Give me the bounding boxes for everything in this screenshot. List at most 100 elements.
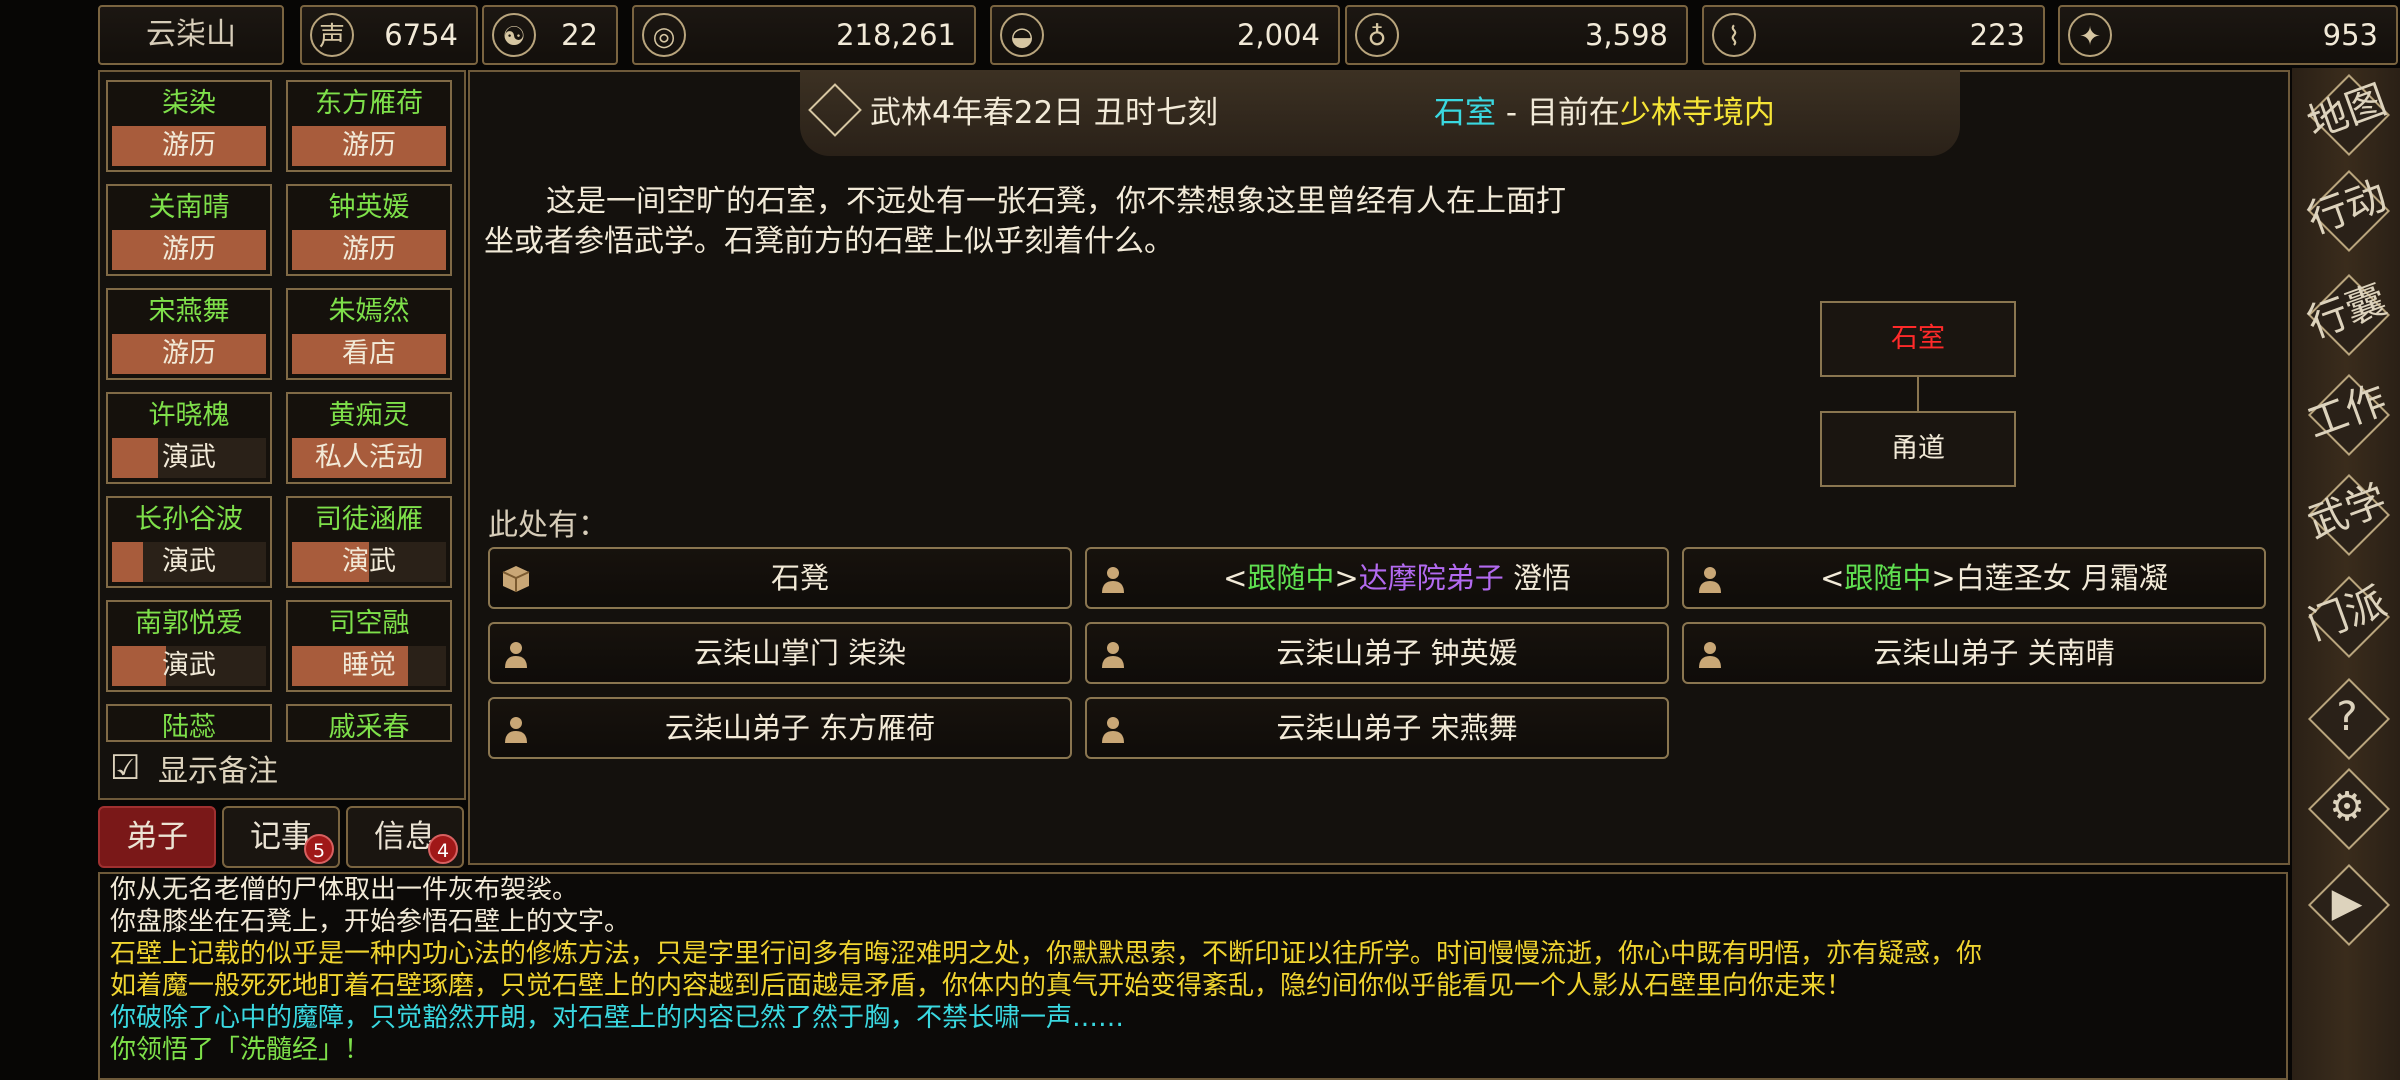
disciple-card[interactable]: 南郭悦爱 演武: [106, 600, 272, 692]
resource-yin-yang[interactable]: ☯ 22: [482, 5, 618, 65]
disciple-name: 司徒涵雁: [315, 504, 423, 535]
map-room-connected[interactable]: 甬道: [1820, 411, 2016, 487]
entry-label-part: <: [1820, 561, 1845, 595]
menu-play-button[interactable]: ▶: [2302, 862, 2392, 948]
entry-label-part: 达摩院弟子: [1358, 561, 1504, 595]
disciple-card[interactable]: 许晓槐 演武: [106, 392, 272, 484]
sect-icon: 门派: [2301, 578, 2393, 650]
npc-entry[interactable]: <跟随中>达摩院弟子 澄悟: [1085, 547, 1669, 609]
resource-food-bowl[interactable]: ◒ 2,004: [990, 5, 1340, 65]
entry-label-part: 云柒山掌门 柒染: [693, 636, 907, 670]
resource-ore[interactable]: ✦ 953: [2058, 5, 2398, 65]
tab-label: 记事: [250, 819, 312, 855]
resource-gourd[interactable]: ♁ 3,598: [1345, 5, 1688, 65]
disciple-status: 游历: [292, 230, 446, 270]
disciple-card[interactable]: 东方雁荷 游历: [286, 80, 452, 172]
tab-journal[interactable]: 记事 5: [222, 806, 340, 868]
disciple-status-label: 演武: [342, 546, 396, 577]
entry-label: 云柒山弟子 关南晴: [1724, 624, 2264, 682]
disciple-status: 游历: [112, 230, 266, 270]
bag-icon: 行囊: [2301, 276, 2393, 348]
log-line: 石壁上记载的似乎是一种内功心法的修炼方法，只是字里行间多有晦涩难明之处，你默默思…: [110, 939, 1983, 969]
resource-coin[interactable]: ◎ 218,261: [632, 5, 976, 65]
map-room-current[interactable]: 石室: [1820, 301, 2016, 377]
entry-label-part: <: [1223, 561, 1248, 595]
help-icon: ?: [2336, 694, 2358, 740]
gourd-icon: ♁: [1355, 13, 1399, 57]
disciple-status-label: 演武: [162, 546, 216, 577]
person-icon: [1699, 567, 1721, 593]
disciple-card[interactable]: 黄痴灵 私人活动: [286, 392, 452, 484]
disciple-status: 私人活动: [292, 438, 446, 478]
npc-entry[interactable]: 云柒山弟子 东方雁荷: [488, 697, 1072, 759]
reputation-icon: 声: [310, 13, 354, 57]
npc-entry[interactable]: 云柒山弟子 关南晴: [1682, 622, 2266, 684]
tab-disciples[interactable]: 弟子: [98, 806, 216, 868]
resource-reputation[interactable]: 声 6754: [300, 5, 478, 65]
show-notes-label: 显示备注: [158, 754, 278, 789]
tab-label: 信息: [374, 819, 436, 855]
disciple-card[interactable]: 柒染 游历: [106, 80, 272, 172]
tab-info[interactable]: 信息 4: [346, 806, 464, 868]
resource-value: 223: [1969, 18, 2025, 52]
yin-yang-icon: ☯: [492, 13, 536, 57]
disciple-status-label: 演武: [162, 650, 216, 681]
log-line: 你破除了心中的魔障，只觉豁然开朗，对石壁上的内容已然了然于胸，不禁长啸一声……: [110, 1003, 1125, 1033]
resource-scroll[interactable]: ⌇ 223: [1702, 5, 2045, 65]
checkbox-checked-icon[interactable]: ☑: [110, 748, 140, 788]
disciple-card[interactable]: 司徒涵雁 演武: [286, 496, 452, 588]
disciple-status: 演武: [112, 438, 266, 478]
show-notes-toggle[interactable]: ☑ 显示备注: [104, 742, 462, 794]
entry-label: 云柒山弟子 宋燕舞: [1127, 699, 1667, 757]
box-icon: [502, 566, 530, 592]
log-line: 你从无名老僧的尸体取出一件灰布袈裟。: [110, 875, 579, 905]
disciple-name: 司空融: [328, 608, 410, 639]
disciple-card[interactable]: 关南晴 游历: [106, 184, 272, 276]
unread-badge: 4: [428, 834, 458, 864]
npc-entry[interactable]: 云柒山掌门 柒染: [488, 622, 1072, 684]
npc-entry[interactable]: <跟随中>白莲圣女 月霜凝: [1682, 547, 2266, 609]
food-bowl-icon: ◒: [1000, 13, 1044, 57]
disciple-status-label: 游历: [162, 234, 216, 265]
disciple-card[interactable]: 宋燕舞 游历: [106, 288, 272, 380]
menu-map-button[interactable]: 地图: [2302, 72, 2392, 158]
disciple-card[interactable]: 陆蕊: [106, 704, 272, 742]
entry-label-part: >: [1334, 561, 1359, 595]
disciple-status: 演武: [292, 542, 446, 582]
disciple-status-label: 游历: [342, 234, 396, 265]
disciple-card[interactable]: 戚采春: [286, 704, 452, 742]
disciple-card[interactable]: 长孙谷波 演武: [106, 496, 272, 588]
disciple-name: 钟英媛: [328, 192, 410, 223]
menu-work-button[interactable]: 工作: [2302, 372, 2392, 458]
disciple-name: 长孙谷波: [135, 504, 243, 535]
current-room-name: 石室: [1434, 95, 1496, 131]
log-line: 你盘膝坐在石凳上，开始参悟石壁上的文字。: [110, 907, 631, 937]
npc-entry[interactable]: 云柒山弟子 宋燕舞: [1085, 697, 1669, 759]
menu-action-button[interactable]: 行动: [2302, 168, 2392, 254]
menu-sect-button[interactable]: 门派: [2302, 574, 2392, 660]
menu-help-button[interactable]: ?: [2302, 676, 2392, 762]
disciple-card[interactable]: 朱嫣然 看店: [286, 288, 452, 380]
entry-label-part: >白莲圣女 月霜凝: [1931, 561, 2168, 595]
map-icon: 地图: [2301, 76, 2393, 148]
activity-progress-fill: [112, 542, 143, 582]
disciple-name: 柒染: [162, 88, 216, 119]
location-line: 石室 - 目前在少林寺境内: [1434, 70, 1775, 156]
game-date: 武林4年春22日 丑时七刻: [870, 95, 1219, 131]
coin-icon: ◎: [642, 13, 686, 57]
entry-label: 石凳: [530, 549, 1070, 607]
disciple-name: 宋燕舞: [148, 296, 230, 327]
disciple-card[interactable]: 司空融 睡觉: [286, 600, 452, 692]
object-entry[interactable]: 石凳: [488, 547, 1072, 609]
entry-label-part: 跟随中: [1247, 561, 1335, 595]
npc-entry[interactable]: 云柒山弟子 钟英媛: [1085, 622, 1669, 684]
menu-bag-button[interactable]: 行囊: [2302, 272, 2392, 358]
map-connector: [1917, 377, 1919, 411]
disciple-name: 黄痴灵: [328, 400, 410, 431]
menu-martial-button[interactable]: 武学: [2302, 472, 2392, 558]
location-prefix: - 目前在: [1496, 95, 1620, 131]
menu-gear-button[interactable]: ⚙: [2302, 766, 2392, 852]
disciple-card[interactable]: 钟英媛 游历: [286, 184, 452, 276]
entry-label-part: 澄悟: [1503, 561, 1571, 595]
disciple-status-label: 游历: [162, 130, 216, 161]
